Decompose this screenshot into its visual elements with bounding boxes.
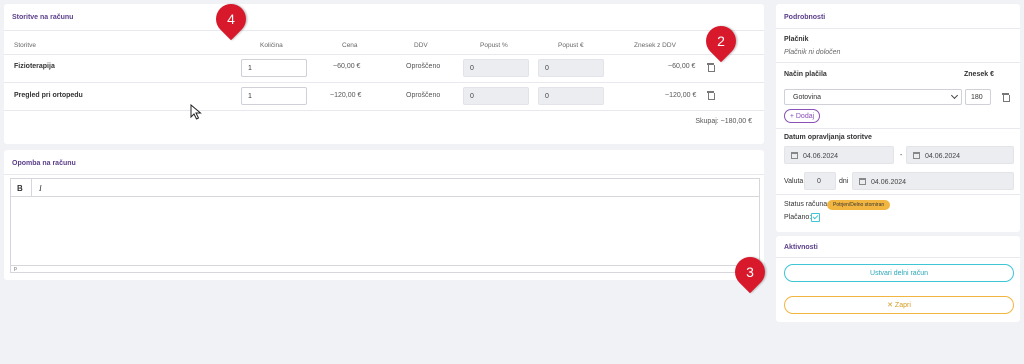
valuta-date[interactable]: 04.06.2024 xyxy=(852,172,1014,190)
paid-label: Plačano: xyxy=(784,214,812,221)
close-invoice-label: Zapri xyxy=(894,302,911,309)
mouse-cursor-icon xyxy=(190,104,202,120)
editor-status-bar: p xyxy=(11,265,759,272)
details-title: Podrobnosti xyxy=(784,14,826,21)
total-value: ~60,00 € xyxy=(668,63,696,70)
col-header-discount-eur: Popust € xyxy=(558,42,584,49)
add-payment-label: Dodaj xyxy=(795,113,815,120)
close-invoice-button[interactable]: ✕ Zapri xyxy=(784,296,1014,314)
bold-button[interactable]: B xyxy=(17,184,23,193)
amount-label: Znesek € xyxy=(964,71,994,78)
discount-eur-input[interactable]: 0 xyxy=(538,87,604,105)
paid-checkbox[interactable] xyxy=(811,213,820,222)
annotation-pin-4: 3 xyxy=(728,250,772,294)
ddv-value: Oproščeno xyxy=(406,63,441,70)
payment-method-select[interactable]: Gotovina xyxy=(784,89,962,105)
toolbar-divider xyxy=(31,179,32,197)
check-icon xyxy=(812,213,819,220)
service-date-label: Datum opravljanja storitve xyxy=(784,134,872,141)
payer-label: Plačnik xyxy=(784,36,809,43)
payer-value: Plačnik ni določen xyxy=(784,49,841,56)
payment-method-label: Način plačila xyxy=(784,71,827,78)
trash-icon[interactable] xyxy=(707,63,715,72)
discount-pct-input[interactable]: 0 xyxy=(463,87,529,105)
annotation-pin-2: 2 xyxy=(699,19,743,63)
col-header-total: Znesek z DDV xyxy=(634,42,676,49)
discount-pct-input[interactable]: 0 xyxy=(463,59,529,77)
calendar-icon xyxy=(913,152,920,159)
price-value: ~60,00 € xyxy=(333,63,361,70)
create-partial-invoice-button[interactable]: Ustvari delni račun xyxy=(784,264,1014,282)
valuta-label: Valuta xyxy=(784,178,804,185)
note-card: Opomba na računu B I p xyxy=(4,150,764,280)
valuta-days-input[interactable]: 0 xyxy=(804,172,836,190)
col-header-discount-pct: Popust % xyxy=(480,42,508,49)
service-date-from[interactable]: 04.06.2024 xyxy=(784,146,894,164)
activities-card: Aktivnosti Ustvari delni račun ✕ Zapri xyxy=(776,236,1020,322)
discount-eur-input[interactable]: 0 xyxy=(538,59,604,77)
amount-input[interactable]: 180 xyxy=(965,89,991,105)
date-separator: - xyxy=(900,152,903,159)
days-label: dni xyxy=(839,178,849,185)
quantity-input[interactable]: 1 xyxy=(241,87,307,105)
services-card: Storitve na računu Storitve Količina Cen… xyxy=(4,4,764,144)
trash-icon[interactable] xyxy=(1002,93,1010,102)
status-badge: Potrjen/Delno storniran xyxy=(827,200,891,210)
activities-title: Aktivnosti xyxy=(784,244,818,251)
payment-method-value: Gotovina xyxy=(793,94,822,101)
details-card: Podrobnosti Plačnik Plačnik ni določen N… xyxy=(776,4,1020,232)
note-editor[interactable]: B I p xyxy=(10,178,760,273)
col-header-price: Cena xyxy=(342,42,358,49)
price-value: ~120,00 € xyxy=(330,92,362,99)
total-value: ~120,00 € xyxy=(665,92,697,99)
italic-button[interactable]: I xyxy=(39,184,42,193)
services-title: Storitve na računu xyxy=(12,14,74,21)
close-icon: ✕ xyxy=(887,302,895,309)
quantity-input[interactable]: 1 xyxy=(241,59,307,77)
chevron-down-icon xyxy=(950,91,959,100)
service-name: Fizioterapija xyxy=(14,63,55,70)
service-date-to-value: 04.06.2024 xyxy=(925,153,961,160)
note-title: Opomba na računu xyxy=(12,160,76,167)
ddv-value: Oproščeno xyxy=(406,92,441,99)
service-name: Pregled pri ortopedu xyxy=(14,92,83,99)
col-header-qty: Količina xyxy=(260,42,283,49)
col-header-ddv: DDV xyxy=(414,42,428,49)
service-date-to[interactable]: 04.06.2024 xyxy=(906,146,1014,164)
invoice-status-label: Status računa: xyxy=(784,201,830,208)
services-total: Skupaj: ~180,00 € xyxy=(695,118,752,125)
calendar-icon xyxy=(859,178,866,185)
valuta-date-value: 04.06.2024 xyxy=(871,179,907,186)
service-date-from-value: 04.06.2024 xyxy=(803,153,839,160)
calendar-icon xyxy=(791,152,798,159)
add-payment-button[interactable]: + Dodaj xyxy=(784,109,820,123)
editor-path: p xyxy=(14,266,17,272)
trash-icon[interactable] xyxy=(707,91,715,100)
col-header-service: Storitve xyxy=(14,42,37,49)
editor-toolbar: B I xyxy=(11,179,759,197)
